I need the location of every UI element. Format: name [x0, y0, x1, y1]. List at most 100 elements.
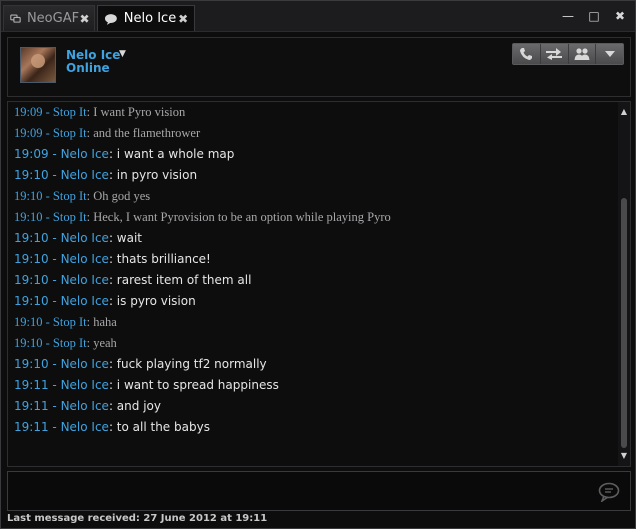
message-text: and joy [116, 399, 161, 413]
group-chat-icon [10, 14, 21, 23]
scroll-up-arrow-icon[interactable]: ▲ [620, 108, 628, 116]
chat-message: 19:10 - Nelo Ice: wait [14, 231, 143, 245]
send-message-icon[interactable] [598, 482, 622, 502]
message-sender: Nelo Ice [60, 231, 109, 245]
close-tab-icon[interactable]: ✖ [176, 12, 190, 26]
message-text: and the flamethrower [93, 126, 201, 140]
transfer-button[interactable] [541, 44, 569, 64]
tab-label: NeoGAF [26, 11, 80, 26]
scrollbar[interactable]: ▲ ▼ [618, 102, 630, 466]
message-text: yeah [93, 336, 117, 350]
chat-message: 19:10 - Stop It: Oh god yes [14, 189, 151, 203]
close-window-button[interactable]: ✖ [613, 9, 627, 23]
maximize-button[interactable]: □ [587, 9, 601, 23]
message-input[interactable] [12, 476, 596, 508]
message-sender: Nelo Ice [60, 147, 109, 161]
message-text: fuck playing tf2 normally [116, 357, 267, 371]
tab-bar: NeoGAF ✖ Nelo Ice ✖ — □ ✖ [1, 1, 635, 32]
contact-name[interactable]: Nelo Ice [66, 48, 120, 62]
chat-log[interactable]: 19:09 - Stop It: I want Pyro vision 19:09… [7, 101, 631, 467]
window-controls: — □ ✖ [561, 9, 627, 23]
message-time: 19:11 [14, 378, 49, 392]
message-time: 19:10 [14, 357, 49, 371]
tab-neogaf[interactable]: NeoGAF ✖ [3, 5, 95, 31]
message-sender: Nelo Ice [60, 378, 109, 392]
message-time: 19:10 [14, 210, 43, 224]
message-text: i want to spread happiness [116, 378, 279, 392]
message-text: wait [116, 231, 143, 245]
message-meta: 19:10 - Stop It [14, 210, 87, 224]
chat-message: 19:10 - Nelo Ice: in pyro vision [14, 168, 198, 182]
message-sender: Nelo Ice [60, 420, 109, 434]
message-meta: 19:10 - Stop It [14, 336, 87, 350]
contact-header: Nelo Ice ▼ Online [7, 37, 631, 97]
message-sender: Stop It [52, 336, 87, 350]
message-time: 19:09 [14, 147, 49, 161]
message-meta: 19:10 - Nelo Ice [14, 168, 109, 182]
chat-message: 19:10 - Nelo Ice: thats brilliance! [14, 252, 211, 266]
message-meta: 19:10 - Nelo Ice [14, 273, 109, 287]
chat-bubble-icon [104, 13, 117, 25]
chevron-down-icon[interactable]: ▼ [119, 49, 126, 59]
chat-message: 19:09 - Stop It: and the flamethrower [14, 126, 201, 140]
message-text: to all the babys [116, 420, 210, 434]
message-text: Oh god yes [93, 189, 151, 203]
more-dropdown-button[interactable] [596, 44, 623, 64]
message-meta: 19:10 - Stop It [14, 315, 87, 329]
message-sender: Stop It [52, 210, 87, 224]
message-sender: Nelo Ice [60, 252, 109, 266]
chat-message: 19:10 - Nelo Ice: is pyro vision [14, 294, 196, 308]
message-time: 19:11 [14, 399, 49, 413]
chat-window: NeoGAF ✖ Nelo Ice ✖ — □ ✖ Nelo Ice ▼ Onl… [0, 0, 636, 529]
message-meta: 19:10 - Nelo Ice [14, 294, 109, 308]
message-sender: Stop It [52, 105, 87, 119]
tab-label: Nelo Ice [123, 11, 177, 26]
message-time: 19:10 [14, 315, 43, 329]
message-time: 19:10 [14, 273, 49, 287]
message-time: 19:11 [14, 420, 49, 434]
message-meta: 19:09 - Nelo Ice [14, 147, 109, 161]
message-sender: Nelo Ice [60, 399, 109, 413]
message-text: in pyro vision [116, 168, 198, 182]
avatar[interactable] [20, 47, 56, 83]
contact-status: Online [66, 61, 110, 75]
message-text: is pyro vision [116, 294, 196, 308]
message-sender: Stop It [52, 315, 87, 329]
message-meta: 19:10 - Nelo Ice [14, 252, 109, 266]
chat-message: 19:11 - Nelo Ice: and joy [14, 399, 161, 413]
chat-message: 19:10 - Stop It: Heck, I want Pyrovision… [14, 210, 391, 224]
minimize-button[interactable]: — [561, 9, 575, 23]
message-time: 19:10 [14, 252, 49, 266]
message-sender: Nelo Ice [60, 273, 109, 287]
message-text: thats brilliance! [116, 252, 211, 266]
close-tab-icon[interactable]: ✖ [79, 12, 90, 26]
message-text: rarest item of them all [116, 273, 252, 287]
chat-message: 19:10 - Nelo Ice: fuck playing tf2 norma… [14, 357, 267, 371]
transfer-icon [546, 48, 563, 60]
call-icon [520, 48, 533, 60]
message-sender: Nelo Ice [60, 294, 109, 308]
message-text: I want Pyro vision [93, 105, 186, 119]
message-text: i want a whole map [116, 147, 235, 161]
message-input-box[interactable] [7, 471, 631, 511]
contact-actions [512, 43, 624, 65]
chat-message: 19:10 - Nelo Ice: rarest item of them al… [14, 273, 252, 287]
message-sender: Nelo Ice [60, 357, 109, 371]
chat-message: 19:11 - Nelo Ice: i want to spread happi… [14, 378, 279, 392]
chat-message: 19:09 - Nelo Ice: i want a whole map [14, 147, 235, 161]
scroll-down-arrow-icon[interactable]: ▼ [620, 452, 628, 460]
scrollbar-thumb[interactable] [621, 198, 627, 448]
message-time: 19:10 [14, 189, 43, 203]
message-meta: 19:09 - Stop It [14, 105, 87, 119]
chat-message: 19:11 - Nelo Ice: to all the babys [14, 420, 210, 434]
message-text: haha [93, 315, 117, 329]
chat-message: 19:09 - Stop It: I want Pyro vision [14, 105, 186, 119]
message-meta: 19:10 - Nelo Ice [14, 231, 109, 245]
chevron-down-icon [604, 51, 615, 57]
tab-nelo-ice[interactable]: Nelo Ice ✖ [97, 5, 195, 31]
message-meta: 19:11 - Nelo Ice [14, 378, 109, 392]
call-button[interactable] [513, 44, 541, 64]
add-users-button[interactable] [569, 44, 597, 64]
message-time: 19:09 [14, 105, 43, 119]
message-time: 19:10 [14, 231, 49, 245]
